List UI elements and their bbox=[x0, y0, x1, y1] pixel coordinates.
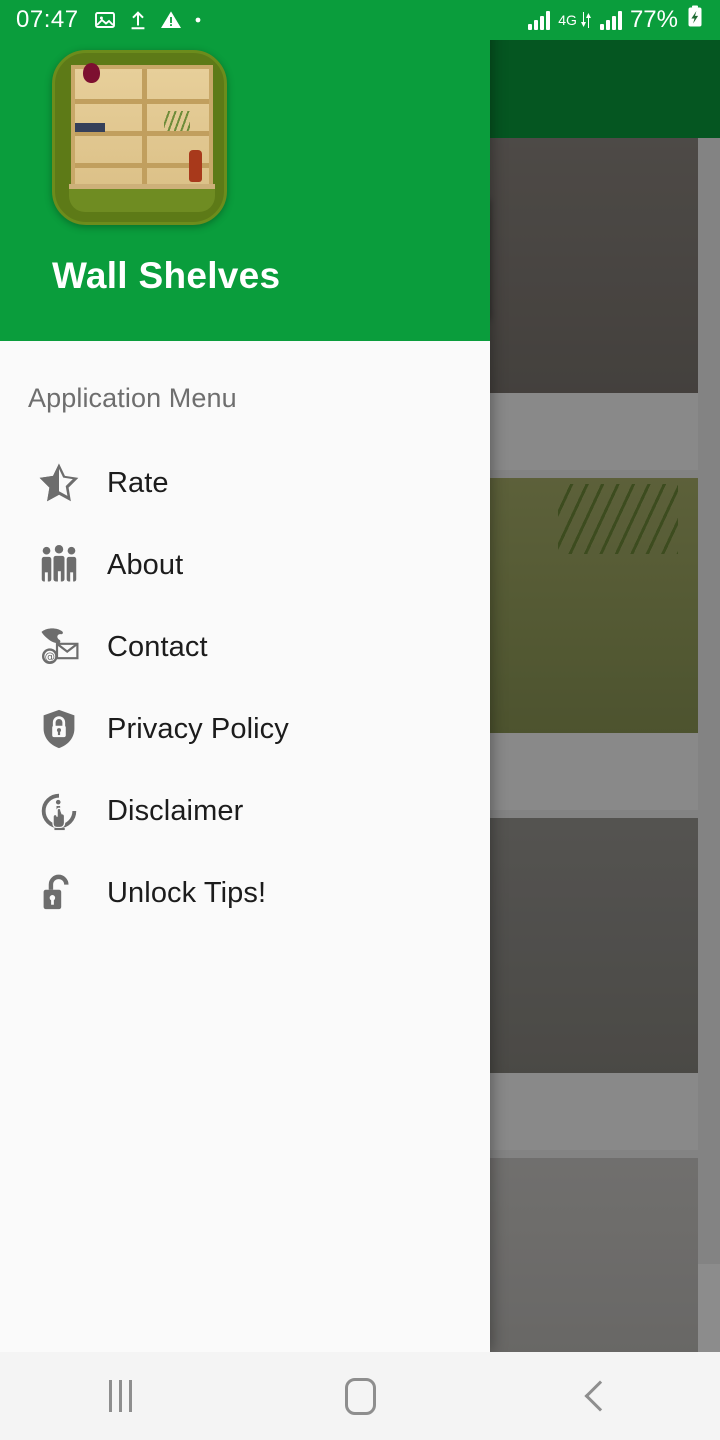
signal-bars-icon bbox=[528, 10, 551, 30]
system-navigation-bar bbox=[0, 1352, 720, 1440]
bookcase-base bbox=[69, 184, 215, 212]
warning-triangle-icon bbox=[159, 8, 183, 32]
menu-item-contact[interactable]: @ Contact bbox=[0, 606, 490, 688]
battery-percent: 77% bbox=[629, 6, 678, 33]
upload-icon bbox=[127, 8, 149, 32]
menu-item-label: Unlock Tips! bbox=[107, 876, 267, 909]
navigation-drawer: Wall Shelves Application Menu Rate About… bbox=[0, 0, 490, 1352]
home-button[interactable] bbox=[240, 1377, 480, 1415]
menu-item-rate[interactable]: Rate bbox=[0, 442, 490, 524]
plant-decor bbox=[164, 111, 190, 131]
recents-icon bbox=[108, 1380, 132, 1412]
info-hand-icon bbox=[33, 785, 85, 837]
recents-button[interactable] bbox=[0, 1380, 240, 1412]
status-bar: 07:47 4G 77% bbox=[0, 0, 720, 40]
menu-item-label: Rate bbox=[107, 466, 169, 499]
status-time: 07:47 bbox=[16, 6, 79, 33]
back-button[interactable] bbox=[480, 1380, 720, 1412]
wall-shelves-app-icon bbox=[52, 50, 227, 225]
drawer-header: Wall Shelves bbox=[0, 0, 490, 341]
home-icon bbox=[344, 1377, 376, 1415]
signal-bars-icon-2 bbox=[599, 10, 622, 30]
menu-item-label: Contact bbox=[107, 630, 208, 663]
menu-item-unlock-tips[interactable]: Unlock Tips! bbox=[0, 852, 490, 934]
books-decor bbox=[75, 123, 105, 132]
open-padlock-icon bbox=[33, 867, 85, 919]
phone-screen: Ideas Shelves 2 bbox=[0, 0, 720, 1440]
menu-section-title: Application Menu bbox=[28, 383, 237, 413]
svg-text:@: @ bbox=[45, 651, 55, 663]
back-icon bbox=[584, 1380, 616, 1412]
menu-item-about[interactable]: About bbox=[0, 524, 490, 606]
shield-lock-icon bbox=[33, 703, 85, 755]
menu-item-disclaimer[interactable]: Disclaimer bbox=[0, 770, 490, 852]
bottle-decor bbox=[189, 150, 202, 182]
menu-item-label: Privacy Policy bbox=[107, 712, 289, 745]
menu-item-label: About bbox=[107, 548, 184, 581]
menu-item-label: Disclaimer bbox=[107, 794, 244, 827]
half-star-icon bbox=[33, 457, 85, 509]
drawer-menu-list: Rate About @ Contact Privacy Policy Disc… bbox=[0, 442, 490, 934]
status-right-group: 4G 77% bbox=[528, 5, 704, 35]
battery-charging-icon bbox=[686, 5, 704, 35]
network-type-icon: 4G bbox=[558, 11, 592, 29]
menu-item-privacy-policy[interactable]: Privacy Policy bbox=[0, 688, 490, 770]
phone-envelope-at-icon: @ bbox=[33, 621, 85, 673]
people-group-icon bbox=[33, 539, 85, 591]
vase-decor bbox=[83, 63, 100, 83]
dot-icon bbox=[193, 15, 203, 25]
image-icon bbox=[93, 8, 117, 32]
app-name: Wall Shelves bbox=[52, 255, 281, 296]
